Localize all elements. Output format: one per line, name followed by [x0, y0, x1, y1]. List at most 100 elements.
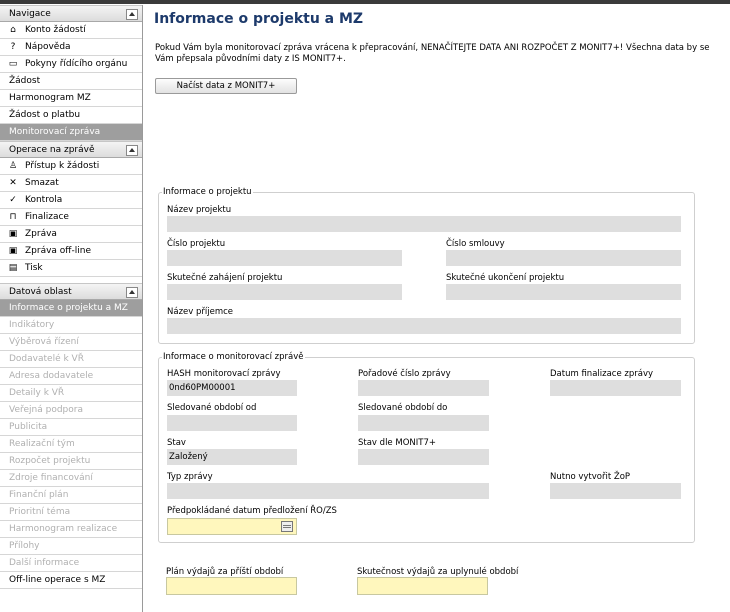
sidebar-item-label: Smazat: [25, 178, 59, 188]
zop-label: Nutno vytvořit ŽoP: [550, 472, 631, 482]
report-type-field[interactable]: [167, 483, 489, 499]
sidebar-item-label: Zpráva off-line: [25, 246, 91, 256]
sidebar-item-konto[interactable]: ⌂ Konto žádostí: [0, 22, 142, 39]
period-from-field[interactable]: [167, 415, 297, 431]
plan-field[interactable]: [166, 577, 297, 595]
section-navigace[interactable]: Navigace: [0, 5, 142, 22]
sidebar-item-platba[interactable]: Žádost o platbu: [0, 107, 142, 124]
finalization-date-field[interactable]: [550, 380, 681, 396]
report-info-fieldset: Informace o monitorovací zprávě HASH mon…: [158, 352, 695, 543]
period-from-label: Sledované období od: [167, 403, 257, 413]
fieldset-legend: Informace o monitorovací zprávě: [162, 352, 305, 362]
sidebar-item-label: Konto žádostí: [25, 25, 86, 35]
warning-notice: Pokud Vám byla monitorovací zpráva vráce…: [155, 43, 710, 64]
sidebar-item-zprava[interactable]: ▣ Zpráva: [0, 226, 142, 243]
sidebar-item-informace[interactable]: Informace o projektu a MZ: [0, 300, 142, 317]
end-date-label: Skutečné ukončení projektu: [446, 273, 565, 283]
sidebar-item-zdroje: Zdroje financování: [0, 470, 142, 487]
sidebar-item-label: Zpráva: [25, 229, 57, 239]
project-info-fieldset: Informace o projektu Název projektu Čísl…: [158, 187, 695, 344]
start-date-label: Skutečné zahájení projektu: [167, 273, 283, 283]
actual-field[interactable]: [357, 577, 488, 595]
home-icon: ⌂: [10, 25, 16, 35]
actual-label: Skutečnost výdajů za uplynulé období: [357, 567, 519, 577]
sidebar-item-label: Nápověda: [25, 42, 71, 52]
report-order-field[interactable]: [358, 380, 489, 396]
sidebar-item-tisk[interactable]: ▤ Tisk: [0, 260, 142, 277]
period-to-field[interactable]: [358, 415, 489, 431]
start-date-field[interactable]: [167, 284, 402, 300]
print-icon: ▤: [8, 263, 18, 273]
top-bar: [0, 0, 730, 4]
sidebar: Navigace ⌂ Konto žádostí ? Nápověda ▭ Pokyn…: [0, 5, 143, 612]
sidebar-item-napoveda[interactable]: ? Nápověda: [0, 39, 142, 56]
sidebar-item-monitorovaci[interactable]: Monitorovací zpráva: [0, 124, 142, 141]
sidebar-item-pokyny[interactable]: ▭ Pokyny řídícího orgánu: [0, 56, 142, 73]
sidebar-item-kontrola[interactable]: ✓ Kontrola: [0, 192, 142, 209]
sidebar-item-verejna: Veřejná podpora: [0, 402, 142, 419]
zop-field[interactable]: [550, 483, 681, 499]
submission-date-field[interactable]: [167, 518, 297, 535]
section-title: Operace na zprávě: [9, 145, 95, 155]
sidebar-item-label: Pokyny řídícího orgánu: [25, 59, 128, 69]
lock-icon: ⊓: [9, 212, 17, 222]
collapse-icon[interactable]: [126, 9, 138, 20]
user-icon: ♙: [8, 161, 18, 171]
sidebar-item-rozpocet: Rozpočet projektu: [0, 453, 142, 470]
section-title: Navigace: [9, 9, 51, 19]
offline-report-icon: ▣: [8, 246, 18, 256]
project-name-field[interactable]: [167, 216, 681, 232]
help-icon: ?: [10, 42, 16, 52]
plan-label: Plán výdajů za příští období: [166, 567, 284, 577]
sidebar-item-pristup[interactable]: ♙ Přístup k žádosti: [0, 158, 142, 175]
sidebar-item-realizacni: Realizační tým: [0, 436, 142, 453]
status-field: Založený: [167, 449, 297, 465]
collapse-icon[interactable]: [126, 145, 138, 156]
fieldset-legend: Informace o projektu: [162, 187, 253, 197]
report-icon: ▣: [8, 229, 18, 239]
section-title: Datová oblast: [9, 287, 72, 297]
sidebar-item-vyberova: Výběrová řízení: [0, 334, 142, 351]
sidebar-item-label: Kontrola: [25, 195, 63, 205]
sidebar-item-prioritni: Prioritní téma: [0, 504, 142, 521]
sidebar-item-finalizace[interactable]: ⊓ Finalizace: [0, 209, 142, 226]
load-data-button[interactable]: Načíst data z MONIT7+: [155, 78, 297, 94]
project-number-field[interactable]: [167, 250, 402, 266]
hash-label: HASH monitorovací zprávy: [167, 369, 281, 379]
page-title: Informace o projektu a MZ: [154, 11, 364, 27]
calendar-icon[interactable]: [281, 521, 293, 532]
book-icon: ▭: [8, 59, 18, 69]
sidebar-item-financni: Finanční plán: [0, 487, 142, 504]
sidebar-item-prilohy: Přílohy: [0, 538, 142, 555]
sidebar-item-label: Tisk: [25, 263, 43, 273]
delete-icon: ✕: [9, 178, 17, 188]
report-order-label: Pořadové číslo zprávy: [358, 369, 451, 379]
sidebar-item-publicita: Publicita: [0, 419, 142, 436]
recipient-label: Název příjemce: [167, 307, 234, 317]
section-operace[interactable]: Operace na zprávě: [0, 141, 142, 158]
sidebar-item-smazat[interactable]: ✕ Smazat: [0, 175, 142, 192]
sidebar-item-label: Přístup k žádosti: [25, 161, 100, 171]
project-number-label: Číslo projektu: [167, 239, 226, 249]
section-datova[interactable]: Datová oblast: [0, 283, 142, 300]
project-name-label: Název projektu: [167, 205, 232, 215]
check-icon: ✓: [9, 195, 17, 205]
sidebar-item-detaily: Detaily k VŘ: [0, 385, 142, 402]
report-type-label: Typ zprávy: [167, 472, 213, 482]
recipient-field[interactable]: [167, 318, 681, 334]
sidebar-item-adresa: Adresa dodavatele: [0, 368, 142, 385]
hash-field: 0nd60PM00001: [167, 380, 297, 396]
monit-status-label: Stav dle MONIT7+: [358, 438, 436, 448]
sidebar-item-harmonogram[interactable]: Harmonogram MZ: [0, 90, 142, 107]
collapse-icon[interactable]: [126, 287, 138, 298]
sidebar-item-indikatory: Indikátory: [0, 317, 142, 334]
sidebar-item-offline-operace[interactable]: Off-line operace s MZ: [0, 572, 142, 589]
sidebar-item-dodavatele: Dodavatelé k VŘ: [0, 351, 142, 368]
end-date-field[interactable]: [446, 284, 681, 300]
sidebar-item-zadost[interactable]: Žádost: [0, 73, 142, 90]
contract-number-label: Číslo smlouvy: [446, 239, 505, 249]
contract-number-field[interactable]: [446, 250, 681, 266]
monit-status-field[interactable]: [358, 449, 489, 465]
period-to-label: Sledované období do: [358, 403, 448, 413]
sidebar-item-zprava-offline[interactable]: ▣ Zpráva off-line: [0, 243, 142, 260]
